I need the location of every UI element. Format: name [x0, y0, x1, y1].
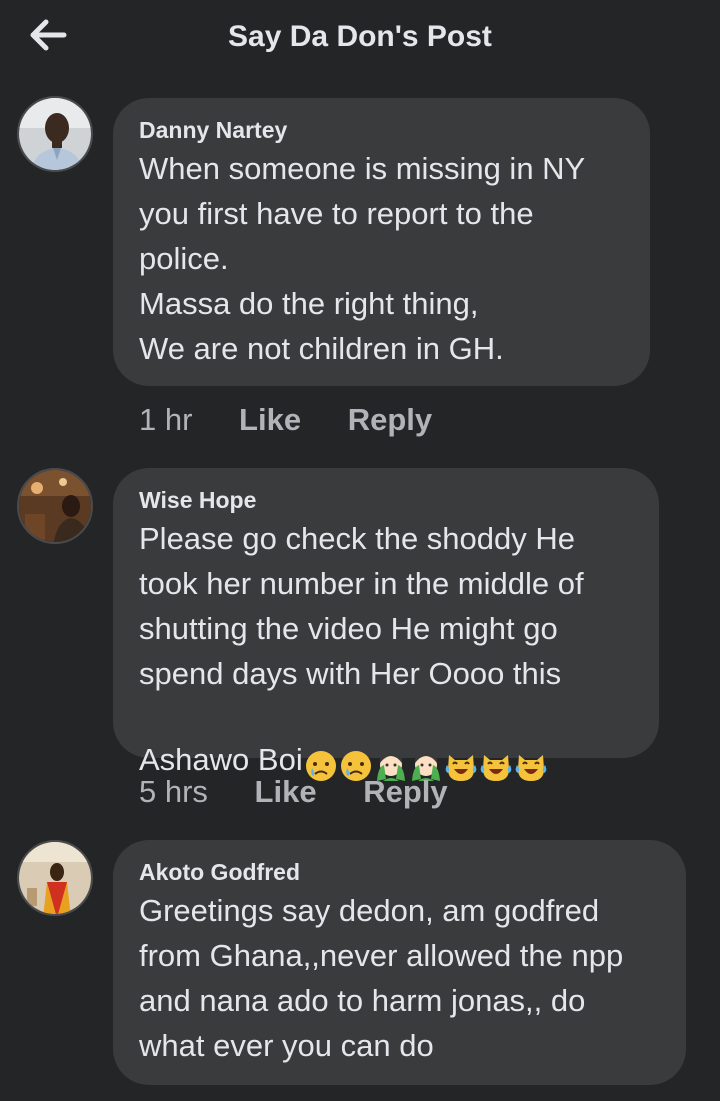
cat-tears-of-joy-emoji [445, 754, 477, 781]
avatar[interactable] [17, 840, 93, 916]
like-button[interactable]: Like [255, 774, 317, 810]
comment-bubble: Wise Hope Please go check the shoddy He … [113, 468, 659, 781]
avatar[interactable] [17, 96, 93, 172]
reply-button[interactable]: Reply [363, 774, 447, 810]
page-title: Say Da Don's Post [228, 20, 492, 53]
comment-bubble: Danny Nartey When someone is missing in … [113, 98, 650, 386]
comment-bubble: Akoto Godfred Greetings say dedon, am go… [113, 840, 686, 1085]
top-bar: Say Da Don's Post [0, 0, 720, 80]
comment-time[interactable]: 1 hr [139, 402, 192, 438]
comment-actions: 1 hr Like Reply [139, 402, 432, 438]
like-button[interactable]: Like [239, 402, 301, 438]
comment-time[interactable]: 5 hrs [139, 774, 208, 810]
avatar[interactable] [17, 468, 93, 544]
comment-author[interactable]: Wise Hope [139, 484, 633, 516]
emoji-row [303, 696, 548, 786]
comment-text: When someone is missing in NY you first … [139, 151, 586, 366]
comment-text-wrapper: Please go check the shoddy He took her n… [139, 516, 633, 786]
reply-button[interactable]: Reply [348, 402, 432, 438]
comment-author[interactable]: Akoto Godfred [139, 856, 660, 888]
comment-author[interactable]: Danny Nartey [139, 114, 624, 146]
comment-text: Greetings say dedon, am godfred from Gha… [139, 893, 624, 1063]
cat-tears-of-joy-emoji [480, 754, 512, 781]
comment-actions: 5 hrs Like Reply [139, 774, 448, 810]
cat-tears-of-joy-emoji [515, 754, 547, 781]
